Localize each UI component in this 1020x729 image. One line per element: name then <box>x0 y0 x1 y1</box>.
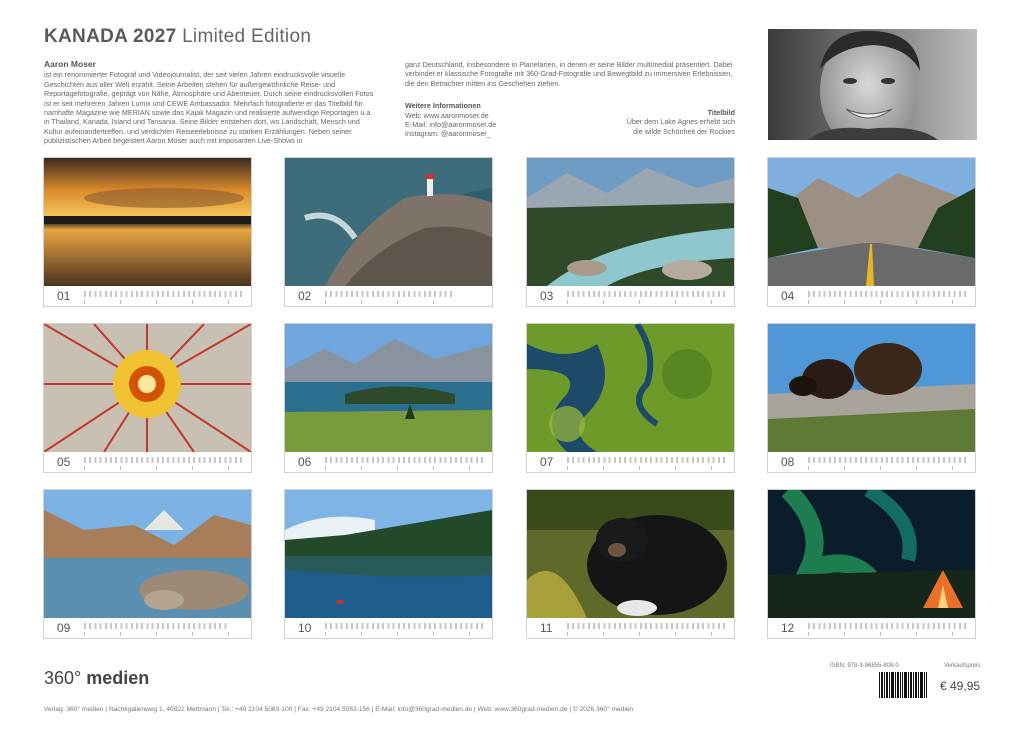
month-number: 09 <box>57 621 71 635</box>
isbn-label: ISBN: 978-3-96855-808-0 <box>830 663 899 669</box>
day-grid <box>325 291 455 297</box>
cover-caption-line2: die wilde Schönheit der Rockies <box>633 126 735 136</box>
week-ticks <box>567 300 727 304</box>
month-tile-02: 02 <box>284 157 493 307</box>
month-number: 05 <box>57 455 71 469</box>
month-photo-sunset-lake <box>44 158 251 286</box>
week-ticks <box>84 466 244 470</box>
week-ticks <box>808 632 968 636</box>
month-number: 06 <box>298 455 312 469</box>
day-grid <box>808 623 968 629</box>
month-number: 08 <box>781 455 795 469</box>
month-photo-aerial-wetland <box>527 324 734 452</box>
bio-text-mid: ganz Deutschland, insbesondere in Planet… <box>405 60 733 88</box>
month-photo-kayak-lake <box>285 490 492 618</box>
month-number: 02 <box>298 289 312 303</box>
month-tile-04: 04 <box>767 157 976 307</box>
week-ticks <box>567 466 727 470</box>
month-number: 07 <box>540 455 554 469</box>
week-ticks <box>808 300 968 304</box>
week-ticks <box>325 466 485 470</box>
month-number: 01 <box>57 289 71 303</box>
week-ticks <box>325 632 485 636</box>
day-grid <box>325 623 485 629</box>
publisher-address: Verlag: 360° medien | Nachtigallenweg 1,… <box>44 706 634 713</box>
day-grid <box>84 457 244 463</box>
month-tile-05: 05 <box>43 323 252 473</box>
logo-number: 360° <box>44 668 82 688</box>
photographer-portrait <box>768 29 977 140</box>
barcode-icon <box>878 672 928 702</box>
day-grid <box>325 457 485 463</box>
cover-caption-heading: Titelbild <box>707 108 735 117</box>
month-tile-03: 03 <box>526 157 735 307</box>
publisher-logo: 360° medien <box>44 668 149 689</box>
month-photo-lighthouse-coast <box>285 158 492 286</box>
logo-word: medien <box>86 668 150 688</box>
title-bold: KANADA 2027 <box>44 26 177 47</box>
week-ticks <box>325 300 455 304</box>
day-grid <box>567 457 727 463</box>
month-photo-muskox <box>768 324 975 452</box>
title-light: Limited Edition <box>182 26 312 47</box>
month-photo-alpine-lake <box>285 324 492 452</box>
month-tile-01: 01 <box>43 157 252 307</box>
month-number: 03 <box>540 289 554 303</box>
month-number: 11 <box>540 621 553 635</box>
month-tile-12: 12 <box>767 489 976 639</box>
week-ticks <box>84 632 229 636</box>
month-tile-11: 11 <box>526 489 735 639</box>
day-grid <box>84 291 244 297</box>
month-photo-aurora-tent <box>768 490 975 618</box>
calendar-title: KANADA 2027 Limited Edition <box>44 26 311 48</box>
day-grid <box>808 457 968 463</box>
retail-price-label: Verkaufspreis <box>944 663 981 669</box>
cover-caption-line1: Über dem Lake Agnes erhebt sich <box>626 117 735 127</box>
month-number: 04 <box>781 289 795 303</box>
month-tile-09: 09 <box>43 489 252 639</box>
bio-left-column: Aaron Moser ist ein renommierter Fotogra… <box>44 59 376 146</box>
day-grid <box>808 291 968 297</box>
day-grid <box>567 291 727 297</box>
day-grid <box>567 623 727 629</box>
cover-caption: Titelbild Über dem Lake Agnes erhebt sic… <box>600 108 735 136</box>
price: € 49,95 <box>940 679 981 693</box>
week-ticks <box>808 466 968 470</box>
month-number: 12 <box>781 621 795 635</box>
month-photo-dreamcatcher <box>44 324 251 452</box>
month-tile-10: 10 <box>284 489 493 639</box>
month-tile-08: 08 <box>767 323 976 473</box>
photographer-name: Aaron Moser <box>44 59 96 69</box>
day-grid <box>84 623 229 629</box>
month-photo-mountain-road <box>768 158 975 286</box>
month-photo-mountain-river <box>527 158 734 286</box>
month-number: 10 <box>298 621 312 635</box>
month-tile-07: 07 <box>526 323 735 473</box>
week-ticks <box>84 300 244 304</box>
week-ticks <box>567 632 727 636</box>
bio-text-left: ist ein renommierter Fotograf und Videoj… <box>44 70 374 146</box>
month-photo-black-bear <box>527 490 734 618</box>
month-tile-06: 06 <box>284 323 493 473</box>
month-photo-lake-louise <box>44 490 251 618</box>
